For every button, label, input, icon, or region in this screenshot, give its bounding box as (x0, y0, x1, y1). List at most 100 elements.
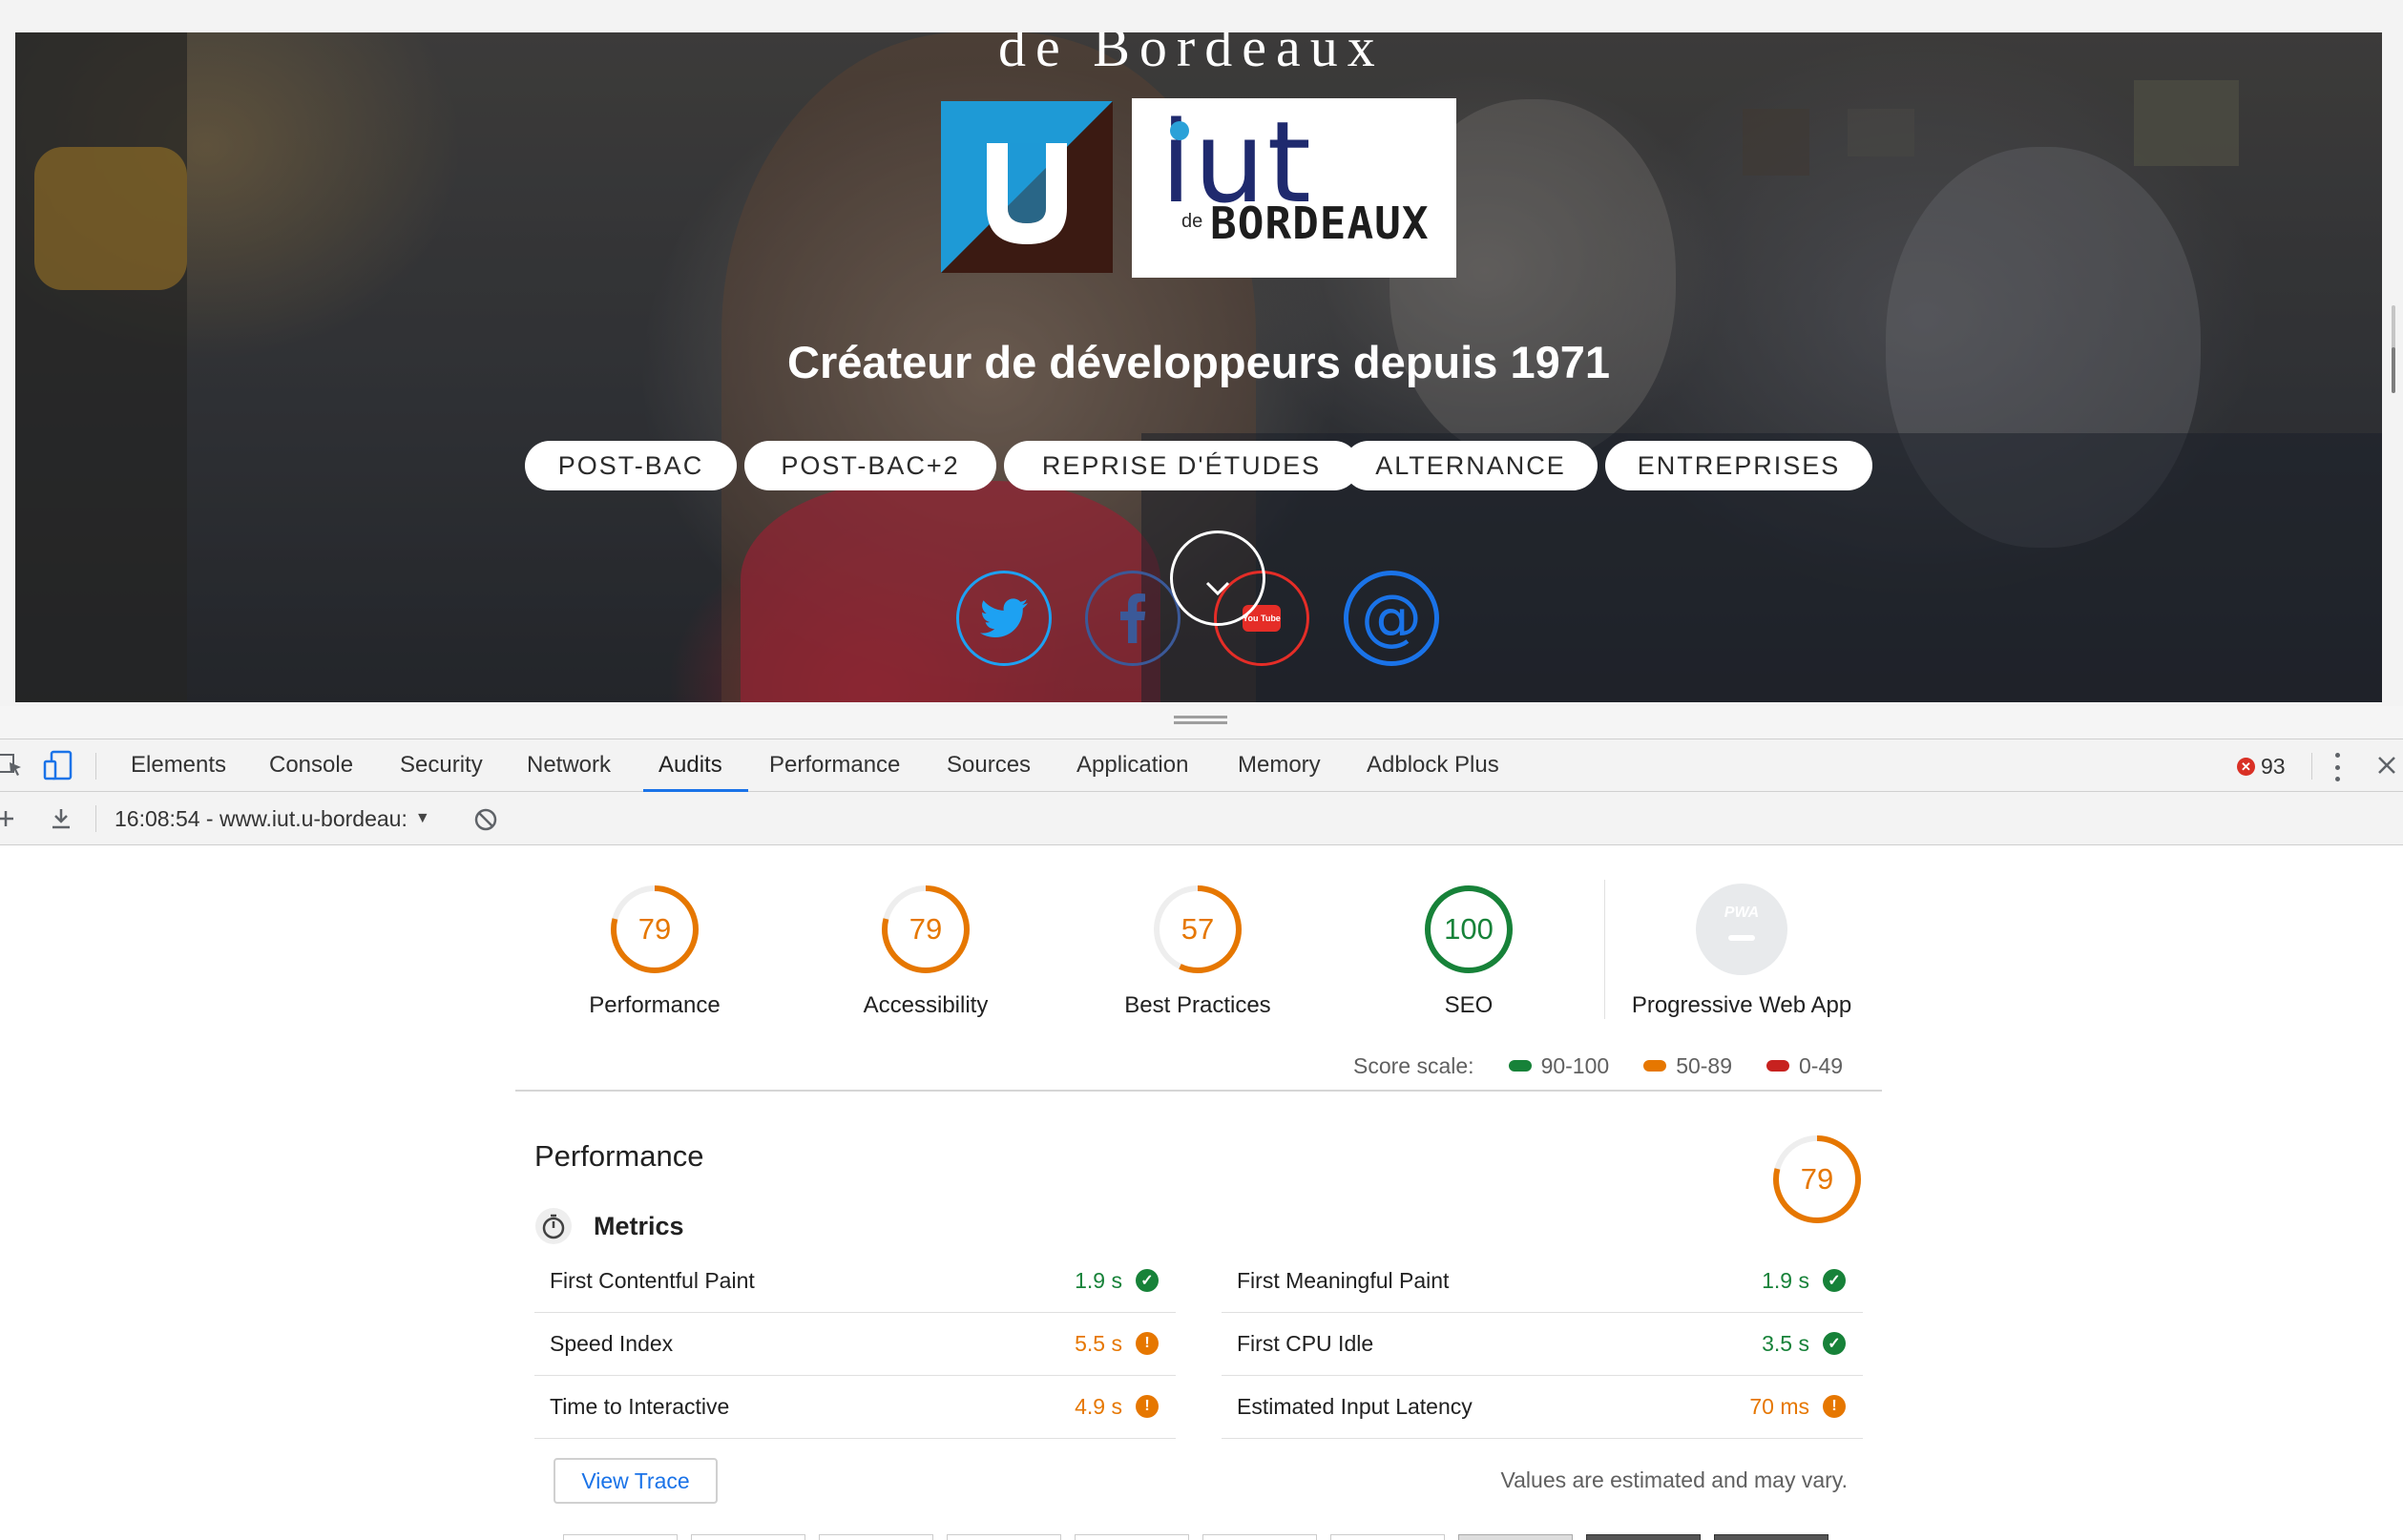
gauge-performance[interactable]: 79 (609, 884, 700, 975)
report-selector[interactable]: 16:08:54 - www.iut.u-bordeau: ▼ (115, 805, 430, 832)
page-viewport: de Bordeaux iut de BORDEAUX Créateur de … (0, 0, 2403, 706)
twitter-button[interactable] (956, 571, 1052, 666)
score-scale: Score scale: 90-100 50-89 0-49 (1353, 1051, 1843, 1080)
pwa-badge-icon: PWA (1696, 884, 1787, 975)
filmstrip-frame (819, 1534, 933, 1540)
filmstrip-frame (1586, 1534, 1701, 1540)
pass-check-icon: ✓ (1823, 1332, 1846, 1355)
metric-name: Time to Interactive (550, 1394, 730, 1419)
metric-time-to-interactive[interactable]: Time to Interactive 4.9 s ! (534, 1376, 1176, 1439)
filmstrip-frame (563, 1534, 678, 1540)
toolbar-divider (95, 753, 96, 780)
download-icon[interactable] (48, 805, 74, 832)
tab-network[interactable]: Network (527, 739, 611, 791)
toolbar-divider (95, 805, 96, 832)
average-info-icon: ! (1823, 1395, 1846, 1418)
report-selector-label: 16:08:54 - www.iut.u-bordeau: (115, 805, 407, 831)
twitter-icon (980, 598, 1028, 637)
gauge-divider (1604, 880, 1605, 1019)
tab-application[interactable]: Application (1076, 739, 1188, 791)
pill-post-bac[interactable]: POST-BAC (525, 441, 737, 490)
facebook-button[interactable] (1085, 571, 1181, 666)
stopwatch-icon (535, 1208, 572, 1244)
filmstrip-frame (691, 1534, 805, 1540)
tab-adblock-plus[interactable]: Adblock Plus (1367, 739, 1499, 791)
error-counter[interactable]: ✕ 93 (2237, 753, 2286, 780)
tab-performance[interactable]: Performance (769, 739, 900, 791)
gauge-score: 57 (1181, 912, 1215, 946)
tab-audits[interactable]: Audits (658, 739, 722, 791)
performance-section-gauge: 79 (1771, 1134, 1863, 1225)
scroll-down-button[interactable] (1170, 531, 1265, 626)
filmstrip-frame (1202, 1534, 1317, 1540)
gauge-seo[interactable]: 100 (1423, 884, 1515, 975)
logo-dot (1170, 121, 1189, 140)
audits-report: 79 Performance 79 Accessibility 57 Best … (0, 845, 2403, 1540)
estimate-note: Values are estimated and may vary. (1500, 1467, 1849, 1492)
pass-check-icon: ✓ (1136, 1269, 1159, 1292)
metric-first-meaningful-paint[interactable]: First Meaningful Paint 1.9 s ✓ (1222, 1250, 1863, 1313)
gauge-label: Accessibility (863, 992, 989, 1018)
plus-icon[interactable] (0, 807, 17, 830)
gauge-label: Progressive Web App (1631, 992, 1852, 1018)
iut-bordeaux-logo[interactable]: iut de BORDEAUX (1132, 96, 1456, 278)
filmstrip (563, 1532, 1828, 1540)
metric-first-contentful-paint[interactable]: First Contentful Paint 1.9 s ✓ (534, 1250, 1176, 1313)
metric-name: First CPU Idle (1237, 1331, 1374, 1356)
device-toolbar-icon[interactable] (42, 750, 74, 780)
pill-post-bac-2[interactable]: POST-BAC+2 (744, 441, 996, 490)
more-options-icon[interactable] (2330, 753, 2344, 781)
metric-value: 5.5 s (1075, 1331, 1122, 1356)
close-icon[interactable] (2376, 755, 2397, 776)
facebook-icon (1120, 593, 1146, 643)
legend-pass-range: 90-100 (1540, 1052, 1610, 1078)
gauge-label: Performance (589, 992, 721, 1018)
inspect-element-icon[interactable] (0, 753, 25, 778)
legend-fail-swatch (1766, 1060, 1790, 1072)
logo-city: BORDEAUX (1210, 198, 1430, 249)
gauge-score: 79 (1800, 1162, 1834, 1196)
metrics-header: Metrics (534, 1206, 684, 1246)
pass-check-icon: ✓ (1823, 1269, 1846, 1292)
view-trace-button[interactable]: View Trace (554, 1458, 718, 1504)
tab-memory[interactable]: Memory (1238, 739, 1321, 791)
error-count: 93 (2261, 753, 2286, 779)
tab-console[interactable]: Console (269, 739, 353, 791)
legend-fail-range: 0-49 (1799, 1052, 1844, 1078)
metric-first-cpu-idle[interactable]: First CPU Idle 3.5 s ✓ (1222, 1313, 1863, 1376)
filmstrip-frame (1330, 1534, 1445, 1540)
filmstrip-frame (1458, 1534, 1573, 1540)
gauge-accessibility[interactable]: 79 (880, 884, 972, 975)
legend-pass-swatch (1508, 1060, 1532, 1072)
pill-entreprises[interactable]: ENTREPRISES (1605, 441, 1872, 490)
gauge-label: SEO (1444, 992, 1494, 1018)
page-scrollbar-thumb[interactable] (2392, 347, 2395, 393)
metric-speed-index[interactable]: Speed Index 5.5 s ! (534, 1313, 1176, 1376)
average-info-icon: ! (1136, 1332, 1159, 1355)
pill-reprise-etudes[interactable]: REPRISE D'ÉTUDES (1004, 441, 1359, 490)
metric-value: 1.9 s (1762, 1268, 1809, 1293)
gauge-best-practices[interactable]: 57 (1152, 884, 1243, 975)
toolbar-divider-right (2311, 753, 2312, 780)
site-title: de Bordeaux (998, 32, 1385, 78)
clear-icon[interactable] (473, 807, 498, 832)
u-logo[interactable] (941, 101, 1113, 273)
tab-elements[interactable]: Elements (131, 739, 226, 791)
metric-value: 4.9 s (1075, 1394, 1122, 1419)
tab-security[interactable]: Security (400, 739, 483, 791)
devtools-resize-handle[interactable] (1174, 716, 1227, 725)
gauge-pwa[interactable]: PWA (1696, 884, 1787, 975)
filmstrip-frame (1714, 1534, 1828, 1540)
email-button[interactable]: @ (1344, 571, 1439, 666)
metric-name: First Contentful Paint (550, 1268, 755, 1293)
hero-banner: de Bordeaux iut de BORDEAUX Créateur de … (15, 32, 2382, 702)
metric-estimated-input-latency[interactable]: Estimated Input Latency 70 ms ! (1222, 1376, 1863, 1439)
header-divider (515, 1090, 1882, 1092)
gauge-score: 79 (909, 912, 943, 946)
email-icon: @ (1361, 583, 1422, 654)
pill-alternance[interactable]: ALTERNANCE (1344, 441, 1598, 490)
tab-sources[interactable]: Sources (947, 739, 1031, 791)
pwa-badge-text: PWA (1724, 905, 1760, 921)
legend-average-swatch (1643, 1060, 1667, 1072)
legend-average-range: 50-89 (1676, 1052, 1733, 1078)
